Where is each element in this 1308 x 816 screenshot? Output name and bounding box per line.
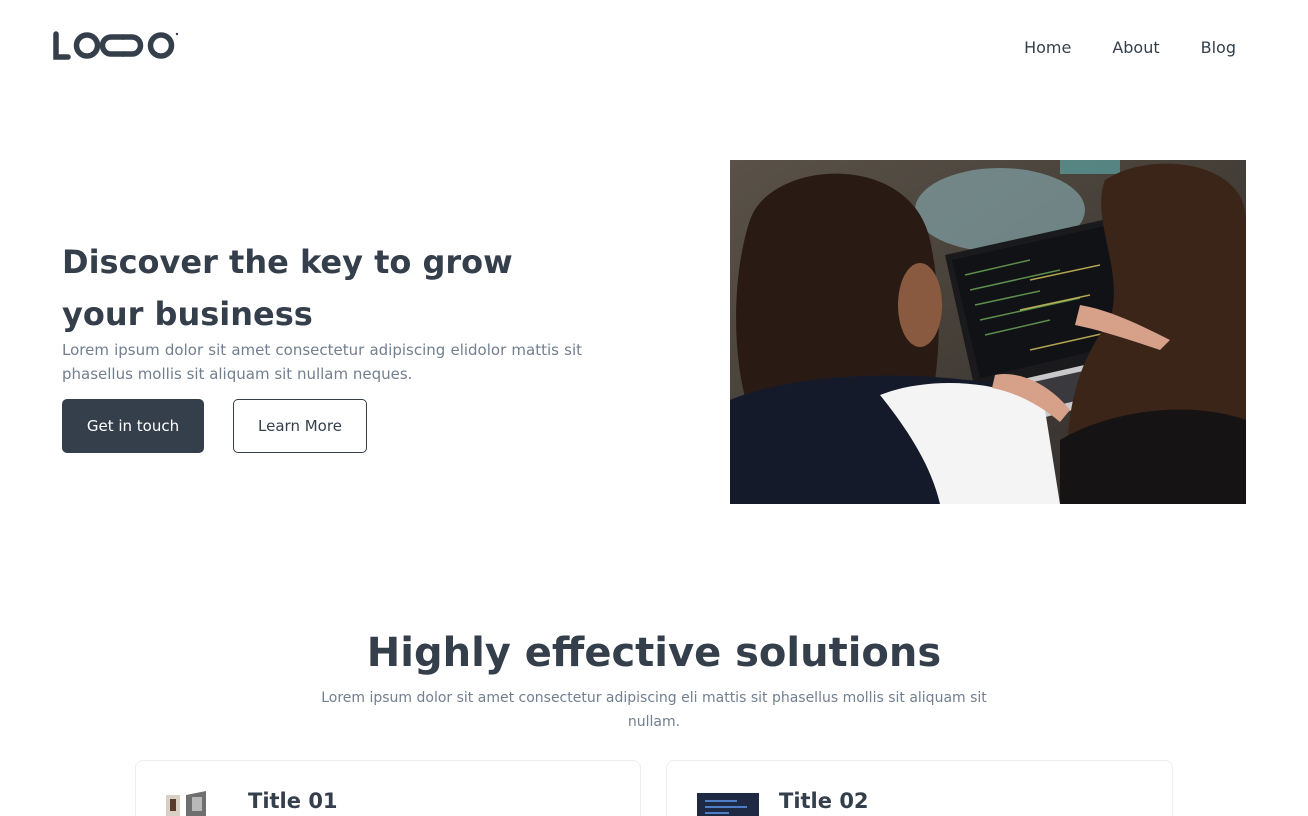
card-thumbnail-icon xyxy=(166,791,228,816)
nav-about[interactable]: About xyxy=(1112,38,1159,57)
logo[interactable] xyxy=(52,28,182,62)
hero-description: Lorem ipsum dolor sit amet consectetur a… xyxy=(62,341,582,383)
get-in-touch-button[interactable]: Get in touch xyxy=(62,399,204,453)
hero-photo-illustration xyxy=(730,160,1246,504)
solution-card-1[interactable]: Title 01 xyxy=(135,760,641,816)
hero-image xyxy=(730,160,1246,504)
nav-blog[interactable]: Blog xyxy=(1201,38,1236,57)
solution-card-2[interactable]: Title 02 xyxy=(666,760,1173,816)
card-title: Title 01 xyxy=(248,789,338,813)
hero-title: Discover the key to grow your business xyxy=(62,243,513,333)
card-thumbnail-icon xyxy=(697,791,759,816)
section-title: Highly effective solutions xyxy=(366,630,942,676)
section-description: Lorem ipsum dolor sit amet consectetur a… xyxy=(321,690,987,730)
nav-home[interactable]: Home xyxy=(1024,38,1071,57)
main-nav: Home About Blog xyxy=(1024,38,1236,57)
logo-mark xyxy=(53,31,179,60)
card-title: Title 02 xyxy=(779,789,869,813)
learn-more-button[interactable]: Learn More xyxy=(233,399,367,453)
